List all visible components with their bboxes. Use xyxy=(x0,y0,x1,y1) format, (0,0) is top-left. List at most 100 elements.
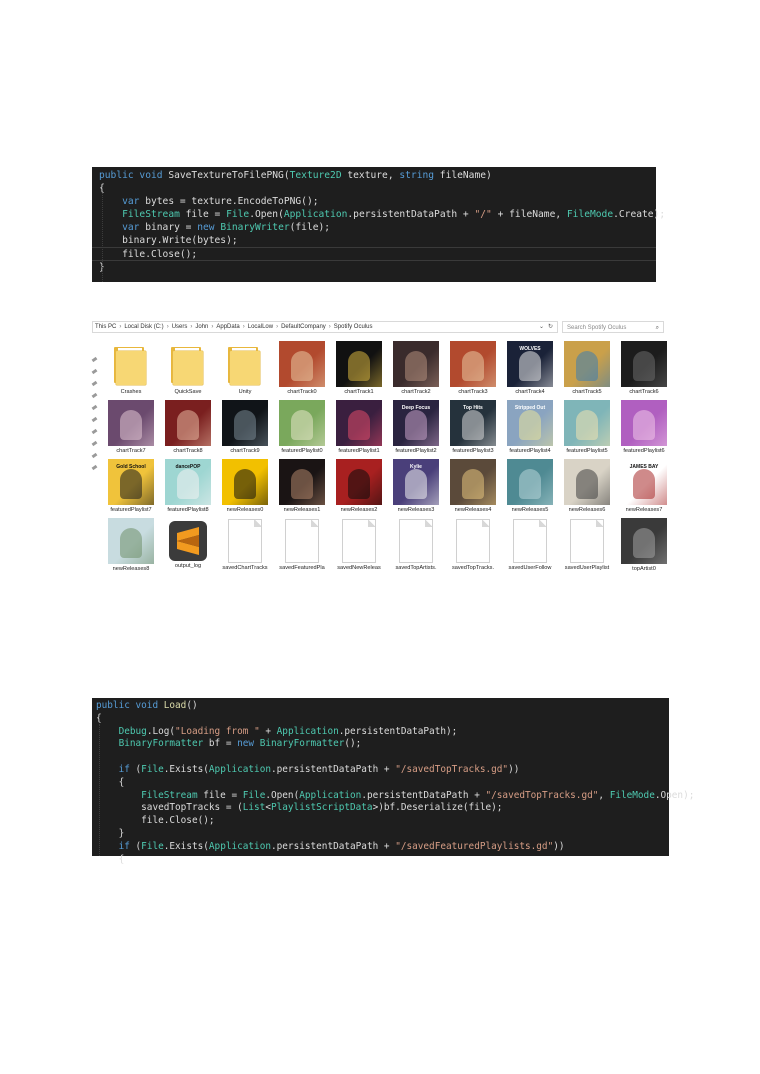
file-item[interactable]: chartTrack9 xyxy=(219,400,271,454)
pin-icon[interactable] xyxy=(91,428,98,435)
file-item[interactable]: savedTopTracks. xyxy=(447,518,499,571)
breadcrumb-item[interactable]: This PC xyxy=(95,324,116,330)
code-token: file = xyxy=(179,209,227,220)
code-line: savedTopTracks = (List<PlaylistScriptDat… xyxy=(96,802,669,815)
file-item[interactable]: featuredPlaylist6 xyxy=(618,400,670,454)
album-art-thumbnail xyxy=(507,459,553,505)
album-art-figure xyxy=(462,469,484,499)
code-token: .Open( xyxy=(249,209,284,220)
file-item[interactable]: featuredPlaylist5 xyxy=(561,400,613,454)
folder-item[interactable]: Unity xyxy=(219,341,271,395)
file-item[interactable]: newReleases2 xyxy=(333,459,385,513)
album-art-thumbnail xyxy=(165,400,211,446)
file-item[interactable]: featuredPlaylist0 xyxy=(276,400,328,454)
file-item[interactable]: JAMES BAY newReleases7 xyxy=(618,459,670,513)
breadcrumb-separator-icon: › xyxy=(328,324,331,330)
search-input[interactable]: Search Spotify Oculus ⌕ xyxy=(562,321,664,333)
pin-icon[interactable] xyxy=(91,464,98,471)
file-item[interactable]: savedNewReleas xyxy=(333,518,385,571)
code-token: () xyxy=(186,700,198,711)
file-item[interactable]: featuredPlaylist1 xyxy=(333,400,385,454)
file-item[interactable]: Top Hits featuredPlaylist3 xyxy=(447,400,499,454)
album-art-figure xyxy=(405,410,427,440)
pin-icon[interactable] xyxy=(91,368,98,375)
file-item[interactable]: newReleases0 xyxy=(219,459,271,513)
folder-item[interactable]: QuickSave xyxy=(162,341,214,395)
file-name-label: newReleases4 xyxy=(454,507,492,513)
file-item[interactable]: output_log xyxy=(162,518,214,569)
file-item[interactable]: newReleases1 xyxy=(276,459,328,513)
file-item[interactable]: chartTrack0 xyxy=(276,341,328,395)
file-item[interactable]: chartTrack5 xyxy=(561,341,613,395)
code-line: { xyxy=(96,777,669,790)
file-item[interactable]: chartTrack3 xyxy=(447,341,499,395)
file-name-label: newReleases0 xyxy=(226,507,264,513)
breadcrumb-item[interactable]: Local Disk (C:) xyxy=(124,324,163,330)
file-item[interactable]: newReleases6 xyxy=(561,459,613,513)
album-art-text: Kylie xyxy=(410,464,422,470)
file-item[interactable]: savedFeaturedPla xyxy=(276,518,328,571)
folder-icon xyxy=(108,341,154,387)
file-item[interactable]: savedTopArtists. xyxy=(390,518,442,571)
file-item[interactable]: Stripped Out featuredPlaylist4 xyxy=(504,400,556,454)
file-name-label: savedUserFollow xyxy=(508,565,552,571)
file-item[interactable]: newReleases8 xyxy=(105,518,157,572)
pin-icon[interactable] xyxy=(91,452,98,459)
file-item[interactable]: chartTrack8 xyxy=(162,400,214,454)
file-name-label: Crashes xyxy=(120,389,142,395)
file-item[interactable]: WOLVES chartTrack4 xyxy=(504,341,556,395)
file-item[interactable]: chartTrack7 xyxy=(105,400,157,454)
album-art-figure xyxy=(633,351,655,381)
pin-icon[interactable] xyxy=(91,404,98,411)
code-token: binary = xyxy=(139,222,198,233)
code-line: if (File.Exists(Application.persistentDa… xyxy=(96,841,669,854)
breadcrumb-item[interactable]: LocalLow xyxy=(248,324,273,330)
address-bar[interactable]: This PC › Local Disk (C:) › Users › John › AppDa… xyxy=(92,321,558,333)
refresh-icon[interactable]: ↻ xyxy=(548,321,553,333)
pin-icon[interactable] xyxy=(91,416,98,423)
code-token: var xyxy=(122,196,140,207)
file-name-label: savedUserPlaylist xyxy=(564,565,610,571)
breadcrumb-item[interactable]: AppData xyxy=(216,324,239,330)
breadcrumb-separator-icon: › xyxy=(276,324,279,330)
album-art-text: Stripped Out xyxy=(514,405,546,411)
code-token: { xyxy=(96,776,125,788)
breadcrumb-item[interactable]: Users xyxy=(172,324,188,330)
file-item[interactable]: topArtist0 xyxy=(618,518,670,572)
album-art-thumbnail xyxy=(564,459,610,505)
file-item[interactable]: chartTrack1 xyxy=(333,341,385,395)
code-token: public void xyxy=(99,170,169,181)
code-token: )) xyxy=(508,763,520,775)
file-item[interactable]: Kylie newReleases3 xyxy=(390,459,442,513)
code-line: if (File.Exists(Application.persistentDa… xyxy=(96,764,669,777)
pin-icon[interactable] xyxy=(91,440,98,447)
code-token: .persistentDataPath + xyxy=(361,789,486,801)
pin-icon[interactable] xyxy=(91,356,98,363)
album-art-thumbnail xyxy=(222,459,268,505)
file-item[interactable]: chartTrack6 xyxy=(618,341,670,395)
album-art-figure xyxy=(291,351,313,381)
file-item[interactable]: chartTrack2 xyxy=(390,341,442,395)
file-item[interactable]: Gold School featuredPlaylist7 xyxy=(105,459,157,513)
file-name-label: featuredPlaylist2 xyxy=(395,448,437,454)
breadcrumb-item[interactable]: Spotify Oculus xyxy=(334,324,373,330)
album-art-figure xyxy=(519,351,541,381)
file-name-label: newReleases3 xyxy=(397,507,435,513)
file-item[interactable]: Deep Focus featuredPlaylist2 xyxy=(390,400,442,454)
file-item[interactable]: savedUserFollow xyxy=(504,518,556,571)
file-item[interactable]: newReleases5 xyxy=(504,459,556,513)
file-item[interactable]: savedUserPlaylist xyxy=(561,518,613,571)
pin-icon[interactable] xyxy=(91,392,98,399)
file-item[interactable]: dancePOP featuredPlaylist8 xyxy=(162,459,214,513)
pin-icon[interactable] xyxy=(91,380,98,387)
code-token: FileStream xyxy=(141,789,198,801)
code-token: if xyxy=(118,840,130,852)
file-item[interactable]: newReleases4 xyxy=(447,459,499,513)
code-token: FileStream xyxy=(122,209,180,220)
folder-item[interactable]: Crashes xyxy=(105,341,157,395)
breadcrumb-item[interactable]: DefaultCompany xyxy=(281,324,326,330)
code-token: .Create); xyxy=(613,209,666,220)
chevron-down-icon[interactable]: ⌄ xyxy=(539,321,544,333)
file-item[interactable]: savedChartTracks xyxy=(219,518,271,571)
breadcrumb-item[interactable]: John xyxy=(195,324,208,330)
